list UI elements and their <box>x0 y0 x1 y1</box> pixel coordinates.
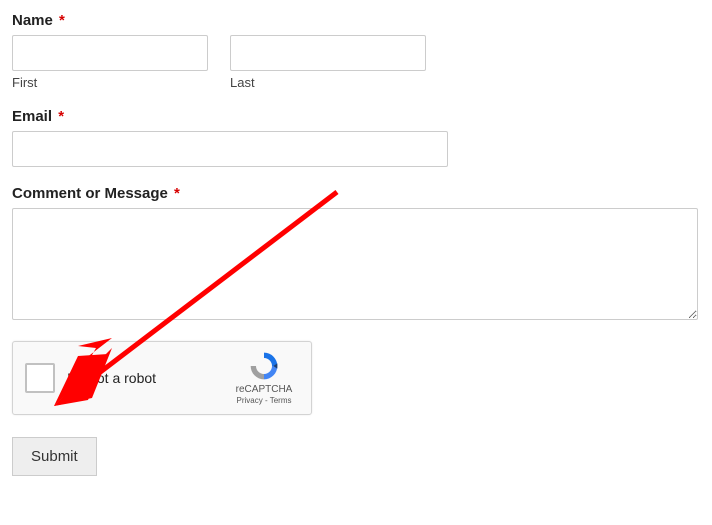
last-name-input[interactable] <box>230 35 426 71</box>
recaptcha-terms-link[interactable]: Terms <box>270 396 292 405</box>
recaptcha-links: Privacy - Terms <box>229 396 299 406</box>
name-label-text: Name <box>12 12 53 29</box>
required-marker: * <box>58 108 64 125</box>
email-label: Email * <box>12 108 700 125</box>
name-field-group: Name * First Last <box>12 12 700 90</box>
required-marker: * <box>174 185 180 202</box>
message-textarea[interactable] <box>12 208 698 320</box>
recaptcha-privacy-link[interactable]: Privacy <box>237 396 263 405</box>
recaptcha-brand-text: reCAPTCHA <box>229 384 299 396</box>
email-field-group: Email * <box>12 108 700 167</box>
first-name-input[interactable] <box>12 35 208 71</box>
recaptcha-checkbox[interactable] <box>25 363 55 393</box>
last-name-col: Last <box>230 35 426 90</box>
last-name-sublabel: Last <box>230 75 426 90</box>
message-label-text: Comment or Message <box>12 185 168 202</box>
name-label: Name * <box>12 12 700 29</box>
first-name-sublabel: First <box>12 75 208 90</box>
recaptcha-link-separator: - <box>263 396 270 405</box>
submit-button[interactable]: Submit <box>12 437 97 476</box>
recaptcha-logo-icon <box>248 350 280 382</box>
recaptcha-widget: I'm not a robot reCAPTCHA Privacy - Term… <box>12 341 312 415</box>
recaptcha-branding: reCAPTCHA Privacy - Terms <box>229 350 299 406</box>
email-label-text: Email <box>12 108 52 125</box>
recaptcha-label: I'm not a robot <box>67 370 229 386</box>
message-field-group: Comment or Message * <box>12 185 700 323</box>
message-label: Comment or Message * <box>12 185 700 202</box>
name-row: First Last <box>12 35 700 90</box>
email-input[interactable] <box>12 131 448 167</box>
first-name-col: First <box>12 35 208 90</box>
required-marker: * <box>59 12 65 29</box>
